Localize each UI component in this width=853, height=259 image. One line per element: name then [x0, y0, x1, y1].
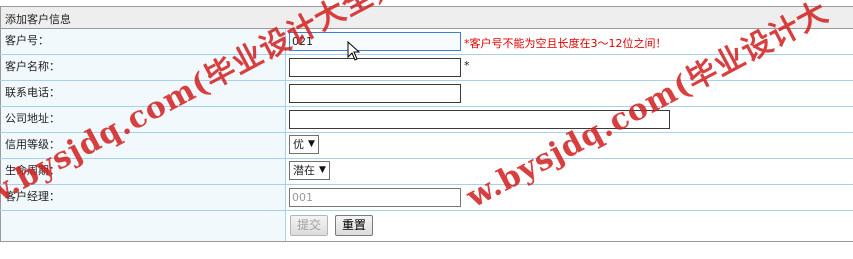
- credit-label: 信用等级：: [0, 133, 286, 158]
- manager-label: 客户经理：: [0, 185, 286, 210]
- row-phone: 联系电话：: [0, 81, 853, 107]
- customer-no-error: *客户号不能为空且长度在3～12位之间！: [464, 37, 667, 50]
- row-lifecycle: 生命周期： 潜在 ▼: [0, 159, 853, 185]
- manager-input[interactable]: [289, 188, 461, 207]
- form-title: 添加客户信息: [5, 13, 71, 26]
- chevron-down-icon: ▼: [308, 139, 315, 149]
- address-input[interactable]: [289, 110, 670, 129]
- customer-no-label: 客户号：: [0, 29, 286, 54]
- customer-name-input[interactable]: [289, 58, 461, 77]
- address-label: 公司地址：: [0, 107, 286, 132]
- row-manager: 客户经理：: [0, 185, 853, 211]
- mouse-cursor-icon: [347, 41, 361, 61]
- reset-button[interactable]: 重置: [335, 215, 374, 236]
- customer-no-input[interactable]: [289, 32, 461, 51]
- submit-button[interactable]: 提交: [290, 215, 329, 236]
- row-customer-no: 客户号： *客户号不能为空且长度在3～12位之间！: [0, 29, 853, 55]
- row-address: 公司地址：: [0, 107, 853, 133]
- row-customer-name: 客户名称： *: [0, 55, 853, 81]
- row-actions: 提交 重置: [0, 211, 853, 242]
- row-credit: 信用等级： 优 ▼: [0, 133, 853, 159]
- credit-select[interactable]: 优 ▼: [289, 135, 319, 154]
- form-header: 添加客户信息: [0, 6, 853, 29]
- chevron-down-icon: ▼: [319, 165, 326, 175]
- customer-name-label: 客户名称：: [0, 55, 286, 80]
- lifecycle-select[interactable]: 潜在 ▼: [289, 161, 330, 180]
- phone-input[interactable]: [289, 84, 461, 103]
- lifecycle-label: 生命周期：: [0, 159, 286, 184]
- phone-label: 联系电话：: [0, 81, 286, 106]
- actions-label-cell: [0, 211, 286, 241]
- customer-name-required-mark: *: [464, 59, 470, 72]
- credit-selected-value: 优: [293, 138, 304, 151]
- lifecycle-selected-value: 潜在: [293, 164, 315, 177]
